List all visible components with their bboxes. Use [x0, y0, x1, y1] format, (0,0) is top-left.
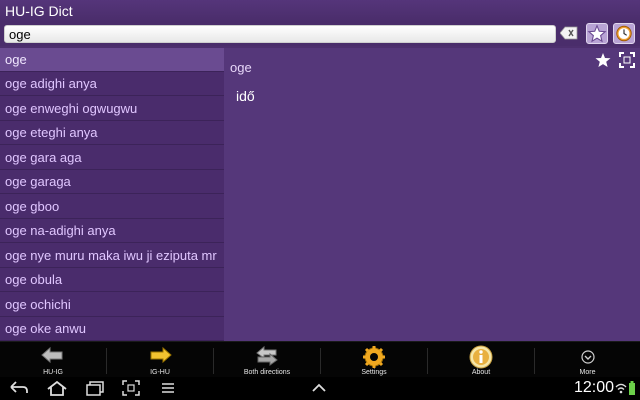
list-item[interactable]: oge gara aga [0, 146, 224, 170]
headword: oge [230, 60, 252, 75]
hu-ig-label: HU-IG [43, 369, 63, 376]
clock-icon [616, 25, 632, 42]
app-title: HU-IG Dict [5, 3, 73, 19]
translation-panel: oge idő [224, 48, 640, 341]
list-item[interactable]: oge eteghi anya [0, 121, 224, 145]
clear-input-icon[interactable] [560, 26, 578, 40]
search-input[interactable] [4, 25, 556, 43]
list-item[interactable]: oge ochichi [0, 293, 224, 317]
ig-hu-button[interactable]: IG-HU [107, 342, 213, 378]
list-item[interactable]: oge na-adighi anya [0, 219, 224, 243]
settings-button[interactable]: Settings [321, 342, 427, 378]
hu-ig-button[interactable]: HU-IG [0, 342, 106, 378]
ig-hu-label: IG-HU [150, 369, 170, 376]
list-item[interactable]: oge [0, 48, 224, 72]
results-list[interactable]: oge oge adighi anya oge enweghi ogwugwu … [0, 48, 224, 341]
list-item[interactable]: oge oke anwu [0, 317, 224, 341]
recent-apps-icon[interactable] [84, 380, 106, 396]
star-icon [587, 24, 607, 43]
translation-text: idő [236, 88, 255, 104]
arrow-left-icon [41, 346, 63, 364]
battery-icon [629, 381, 635, 395]
back-icon[interactable] [8, 380, 30, 396]
gear-icon [363, 346, 385, 368]
chevron-up-icon[interactable] [310, 380, 328, 396]
bottom-toolbar: HU-IG IG-HU Both directions Settings Abo… [0, 341, 640, 377]
system-nav-bar: 12:00 [0, 377, 640, 400]
fullscreen-icon[interactable] [619, 52, 635, 68]
favorites-button[interactable] [586, 23, 608, 44]
add-favorite-icon[interactable] [595, 52, 611, 68]
swap-arrows-icon [256, 345, 278, 366]
list-item[interactable]: oge obula [0, 268, 224, 292]
list-item[interactable]: oge garaga [0, 170, 224, 194]
list-item[interactable]: oge enweghi ogwugwu [0, 97, 224, 121]
menu-icon[interactable] [160, 380, 176, 396]
arrow-right-icon [150, 346, 172, 364]
both-directions-button[interactable]: Both directions [214, 342, 320, 378]
screenshot-icon[interactable] [122, 380, 140, 396]
about-label: About [471, 369, 491, 376]
list-item[interactable]: oge nye muru maka iwu ji eziputa mr [0, 244, 224, 268]
list-item[interactable]: oge adighi anya [0, 72, 224, 96]
status-clock: 12:00 [573, 379, 614, 396]
more-button[interactable]: More [535, 342, 640, 378]
settings-label: Settings [361, 369, 387, 376]
title-bar: HU-IG Dict [0, 0, 640, 22]
app-window: HU-IG Dict oge oge adighi anya oge enweg… [0, 0, 640, 400]
chevron-down-circle-icon [580, 350, 595, 364]
more-label: More [579, 369, 596, 376]
search-row [0, 22, 640, 46]
list-item[interactable]: oge gboo [0, 195, 224, 219]
wifi-icon [615, 383, 627, 394]
info-icon [469, 345, 493, 369]
both-directions-label: Both directions [243, 369, 291, 376]
home-icon[interactable] [46, 380, 68, 396]
history-button[interactable] [613, 23, 635, 44]
about-button[interactable]: About [428, 342, 534, 378]
